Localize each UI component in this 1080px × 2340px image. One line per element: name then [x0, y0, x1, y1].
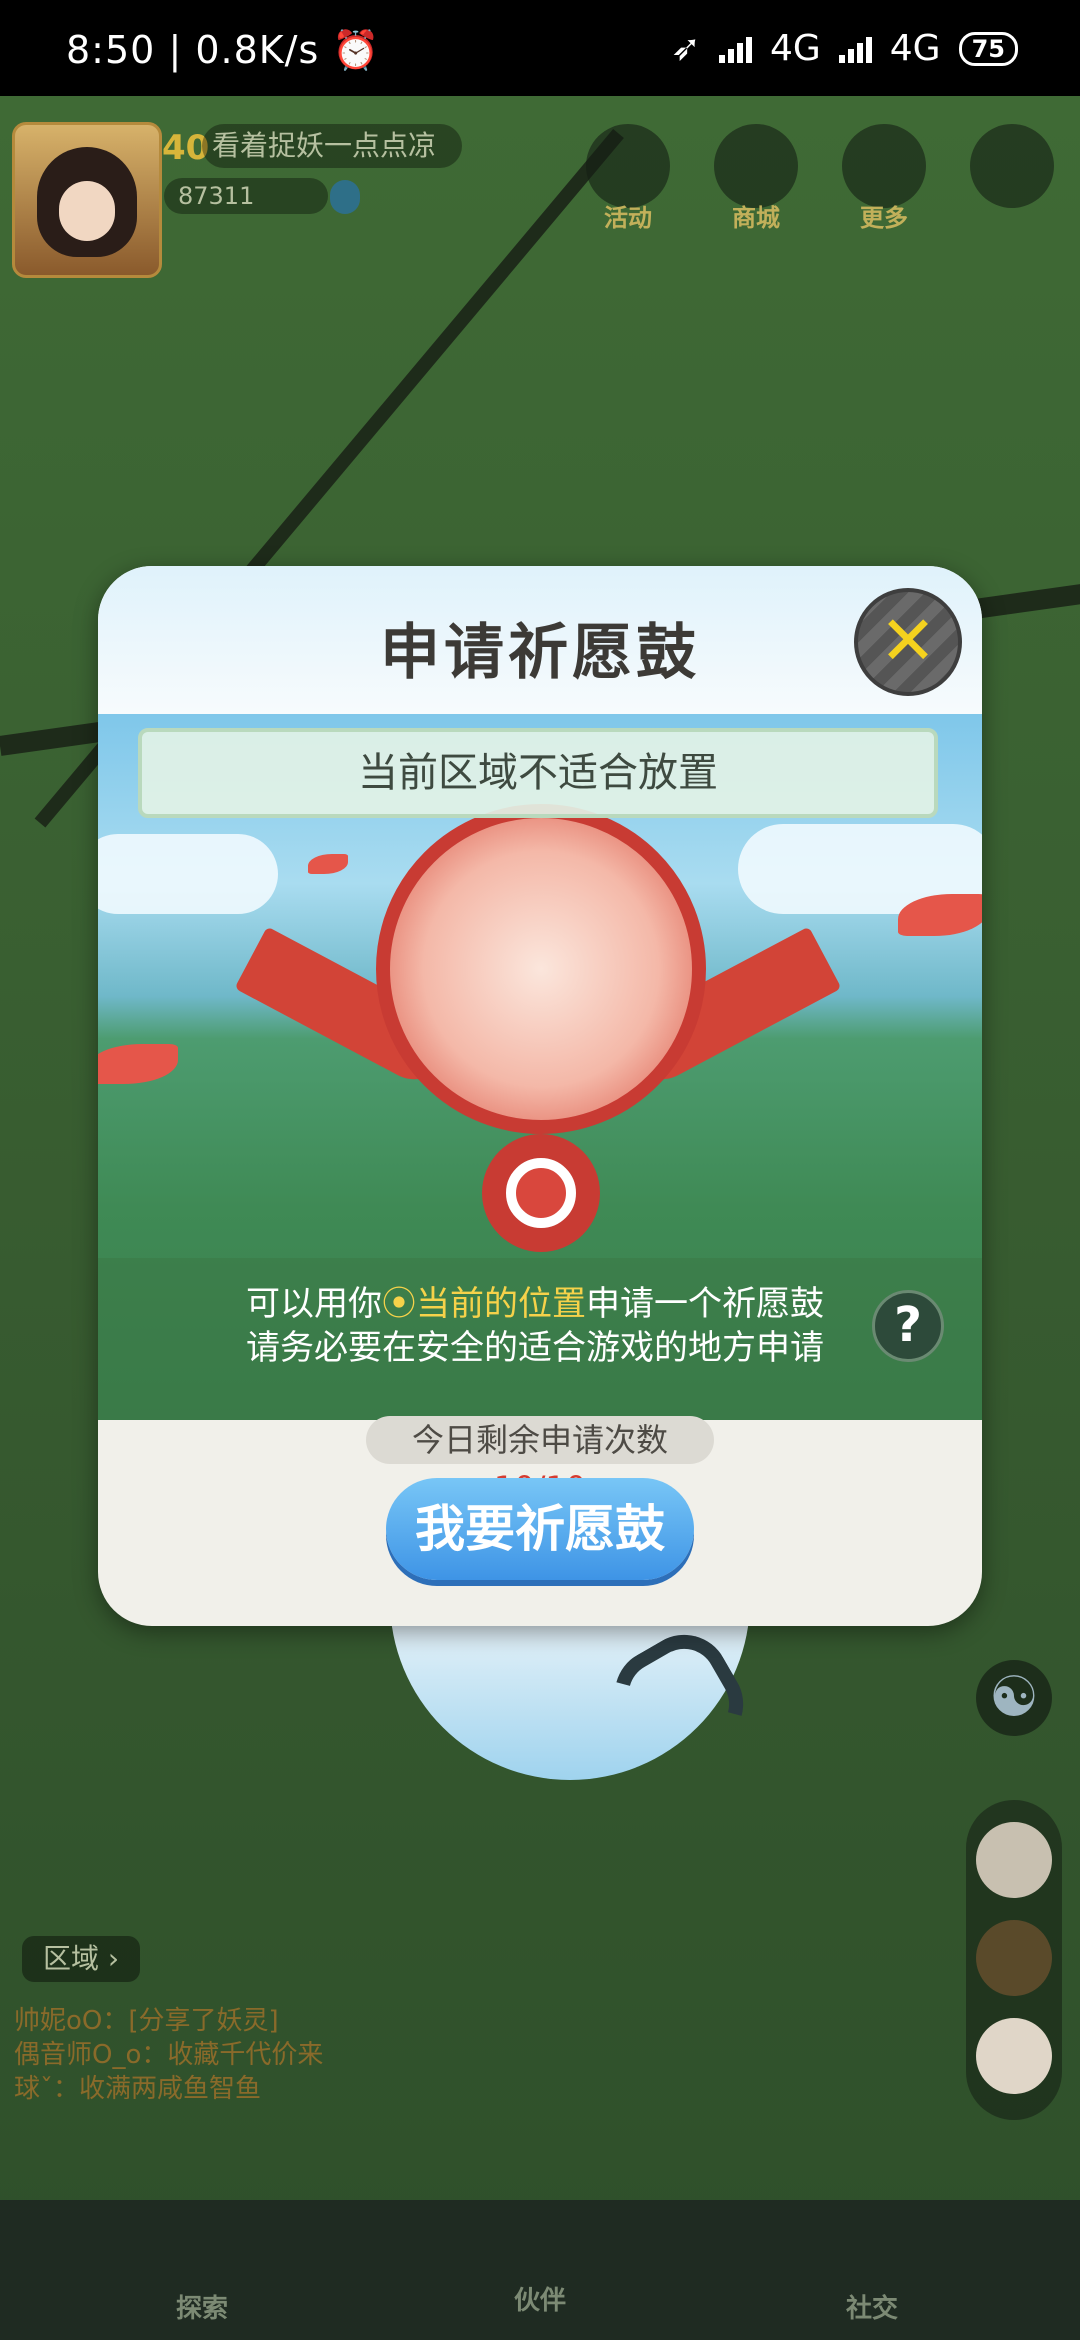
drum-pin	[482, 1134, 600, 1252]
close-button[interactable]: ✕	[854, 588, 962, 696]
pet-list	[966, 1800, 1062, 2120]
wish-drum-illustration: 当前区域不适合放置 可以用你⦿当前的位置申请一个祈愿鼓 请务必要在安全的适合游戏…	[98, 714, 982, 1420]
alarm-icon: ⏰	[332, 28, 381, 72]
info-line-1: 可以用你⦿当前的位置申请一个祈愿鼓	[246, 1276, 824, 1325]
battery-icon: 75	[958, 31, 1018, 66]
water-drop-icon[interactable]	[330, 180, 360, 214]
cloud	[98, 834, 278, 914]
info-panel: 可以用你⦿当前的位置申请一个祈愿鼓 请务必要在安全的适合游戏的地方申请 ?	[98, 1258, 982, 1420]
dialog-header: 申请祈愿鼓 ✕	[98, 566, 982, 714]
network-type-2: 4G	[889, 28, 941, 69]
signal-icon	[718, 35, 752, 63]
placement-notice: 当前区域不适合放置	[138, 728, 938, 818]
question-icon: ?	[894, 1297, 922, 1353]
chat-line: 球ˇ：收满两咸鱼智鱼	[14, 2074, 262, 2104]
player-avatar[interactable]	[12, 122, 162, 278]
drum-emblem	[376, 804, 706, 1134]
chat-line: 偶音师O_o：收藏千代价来	[14, 2040, 324, 2070]
compass-icon[interactable]	[970, 124, 1054, 208]
status-right: ➶ 4G 4G 75	[671, 28, 1018, 69]
network-type-1: 4G	[769, 28, 821, 69]
chat-line: 帅妮oO：[分享了妖灵]	[14, 2006, 279, 2036]
info-line-1-highlight: 当前的位置	[416, 1284, 586, 1324]
nav-partner[interactable]: 伙伴	[480, 2280, 600, 2317]
petal	[308, 854, 348, 874]
avatar-face	[37, 147, 137, 257]
chat-feed: 帅妮oO：[分享了妖灵] 偶音师O_o：收藏千代价来 球ˇ：收满两咸鱼智鱼	[14, 2004, 323, 2106]
apply-wish-drum-button[interactable]: 我要祈愿鼓	[386, 1478, 694, 1580]
pet-avatar[interactable]	[976, 1822, 1052, 1898]
close-icon: ✕	[879, 602, 937, 681]
status-left: 8:50 | 0.8K/s ⏰	[66, 28, 381, 73]
location-icon: ➶	[670, 28, 701, 69]
status-time: 8:50	[66, 28, 156, 72]
wish-drum-dialog: 申请祈愿鼓 ✕ 当前区域不适合放置 可以用你⦿当前的位置申请一个祈愿鼓 请务必要…	[98, 566, 982, 1626]
gift-icon[interactable]	[586, 124, 670, 208]
menu-activity-label: 活动	[604, 204, 652, 232]
pet-avatar[interactable]	[976, 1920, 1052, 1996]
info-line-1-suffix: 申请一个祈愿鼓	[586, 1284, 824, 1324]
status-net-speed: 0.8K/s	[195, 28, 320, 72]
status-separator: |	[168, 28, 196, 72]
pet-avatar[interactable]	[976, 2018, 1052, 2094]
menu-shop-label: 商城	[732, 204, 780, 232]
player-name: 看着捉妖一点点凉	[202, 124, 462, 168]
shop-icon[interactable]	[714, 124, 798, 208]
coin-count: 87311	[164, 178, 328, 214]
region-label: 区域	[42, 1942, 99, 1975]
signal-icon-2	[838, 35, 872, 63]
status-bar: 8:50 | 0.8K/s ⏰ ➶ 4G 4G 75	[0, 0, 1080, 96]
yin-yang-icon[interactable]: ☯	[976, 1660, 1052, 1736]
remaining-label: 今日剩余申请次数	[411, 1421, 668, 1459]
petal	[98, 1044, 178, 1084]
region-button[interactable]: 区域 ›	[22, 1936, 140, 1982]
remaining-applications: 今日剩余申请次数10/10	[366, 1416, 714, 1507]
nav-social[interactable]: 社交	[812, 2288, 932, 2325]
more-icon[interactable]	[842, 124, 926, 208]
dialog-title: 申请祈愿鼓	[380, 618, 700, 688]
location-pin-icon: ⦿	[382, 1284, 416, 1324]
info-line-1-prefix: 可以用你	[246, 1284, 382, 1324]
help-button[interactable]: ?	[872, 1290, 944, 1362]
menu-more-label: 更多	[860, 204, 908, 232]
nav-explore[interactable]: 探索	[142, 2288, 262, 2325]
info-line-2: 请务必要在安全的适合游戏的地方申请	[246, 1328, 824, 1368]
